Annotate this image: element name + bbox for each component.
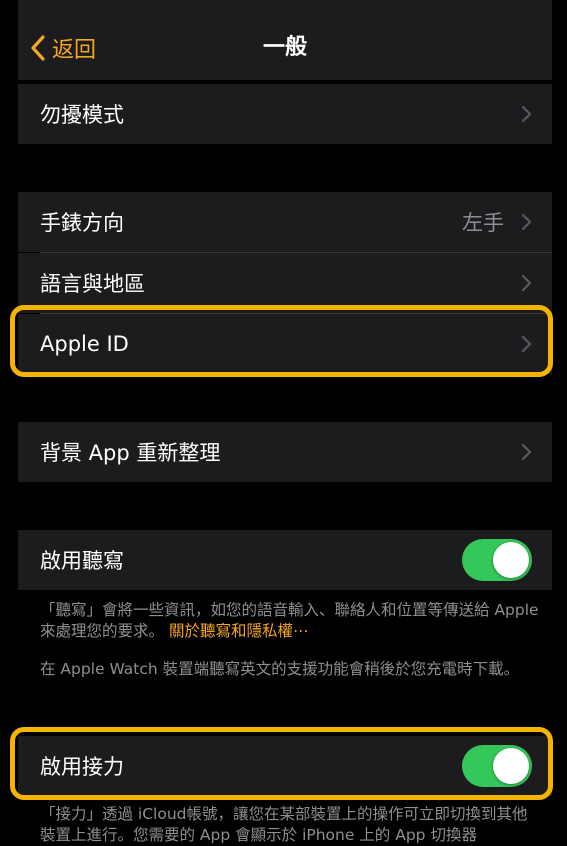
row-label: 勿擾模式 (40, 103, 124, 127)
orientation-value: 左手 (462, 211, 504, 235)
dictation-footnote: 「聽寫」會將一些資訊，如您的語音輸入、聯絡人和位置等傳送給 Apple 來處理您… (40, 600, 540, 642)
settings-screen: 返回 一般 勿擾模式 手錶方向 左手 語言與地區 Apple ID 背景 App… (18, 0, 552, 844)
chevron-right-icon (521, 105, 532, 123)
row-label: 手錶方向 (40, 211, 124, 235)
chevron-right-icon (521, 213, 532, 231)
row-background-app-refresh[interactable]: 背景 App 重新整理 (18, 422, 552, 482)
dictation-toggle[interactable] (462, 539, 532, 581)
toggle-knob (493, 748, 529, 784)
dictation-privacy-link[interactable]: 關於聽寫和隱私權⋯ (169, 622, 309, 640)
row-apple-id[interactable]: Apple ID (18, 314, 552, 374)
row-label: 背景 App 重新整理 (40, 441, 221, 465)
row-label: 啟用接力 (40, 755, 124, 779)
page-title: 一般 (262, 35, 307, 60)
chevron-right-icon (521, 335, 532, 353)
row-language-region[interactable]: 語言與地區 (18, 253, 552, 313)
row-watch-orientation[interactable]: 手錶方向 左手 (18, 192, 552, 252)
row-do-not-disturb[interactable]: 勿擾模式 (18, 84, 552, 144)
row-label: 語言與地區 (40, 272, 145, 296)
watch-dictation-footnote: 在 Apple Watch 裝置端聽寫英文的支援功能會稍後於您充電時下載。 (40, 660, 520, 678)
row-label: 啟用聽寫 (40, 549, 124, 573)
handoff-footnote: 「接力」透過 iCloud帳號，讓您在某部裝置上的操作可立即切換到其他裝置上進行… (40, 805, 528, 844)
row-enable-handoff: 啟用接力 (18, 736, 552, 796)
chevron-right-icon (521, 274, 532, 292)
row-enable-dictation: 啟用聽寫 (18, 530, 552, 590)
chevron-right-icon (521, 443, 532, 461)
toggle-knob (493, 542, 529, 578)
row-label: Apple ID (40, 332, 129, 356)
handoff-toggle[interactable] (462, 745, 532, 787)
navigation-bar: 返回 一般 (18, 0, 552, 80)
